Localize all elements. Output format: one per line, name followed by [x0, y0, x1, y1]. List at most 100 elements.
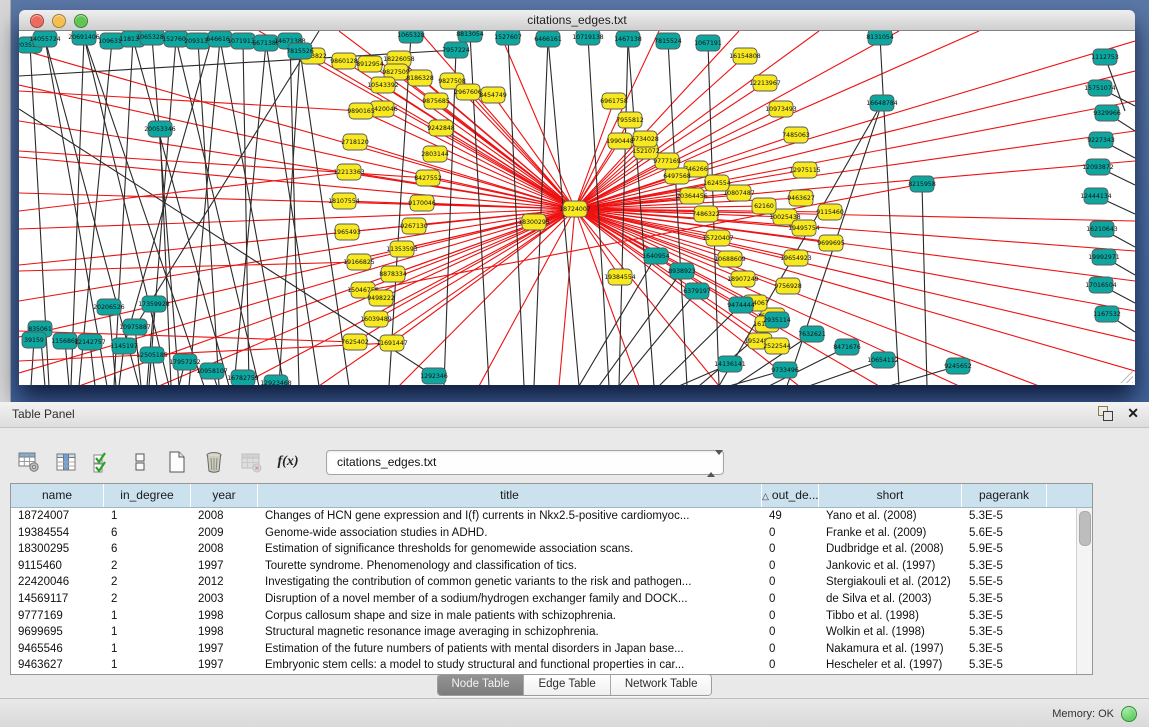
- table-cell[interactable]: Structural magnetic resonance image aver…: [258, 624, 762, 641]
- table-cell[interactable]: Tibbo et al. (1998): [819, 608, 962, 625]
- table-cell[interactable]: 0: [762, 641, 819, 658]
- table-cell[interactable]: Embryonic stem cells: a model to study s…: [258, 657, 762, 674]
- graph-node[interactable]: 16210643: [1086, 221, 1118, 237]
- table-cell[interactable]: Tourette syndrome. Phenomenology and cla…: [258, 558, 762, 575]
- graph-node[interactable]: 62160: [752, 198, 776, 214]
- graph-node[interactable]: 1067191: [694, 35, 722, 51]
- table-cell[interactable]: Corpus callosum shape and size in male p…: [258, 608, 762, 625]
- table-cell[interactable]: 9777169: [11, 608, 104, 625]
- table-cell[interactable]: 9463627: [11, 657, 104, 674]
- delete-table-button[interactable]: [238, 449, 264, 475]
- graph-node[interactable]: 14136141: [714, 356, 746, 372]
- graph-node[interactable]: 8427552: [414, 170, 442, 186]
- graph-node[interactable]: 8938923: [668, 263, 696, 279]
- table-cell[interactable]: Wolkin et al. (1998): [819, 624, 962, 641]
- graph-node[interactable]: 19166825: [343, 254, 375, 270]
- graph-node[interactable]: 19654923: [780, 250, 812, 266]
- graph-node[interactable]: 1624554: [703, 175, 731, 191]
- graph-node[interactable]: 8186328: [406, 70, 434, 86]
- table-cell[interactable]: 2: [104, 558, 191, 575]
- show-column-button[interactable]: [53, 449, 79, 475]
- graph-node[interactable]: 1527607: [494, 31, 522, 45]
- graph-node[interactable]: 15751074: [1084, 80, 1116, 96]
- graph-node[interactable]: 10719138: [572, 31, 604, 45]
- table-cell[interactable]: 5.9E-5: [962, 541, 1047, 558]
- table-cell[interactable]: Hescheler et al. (1997): [819, 657, 962, 674]
- table-cell[interactable]: Jankovic et al. (1997): [819, 558, 962, 575]
- graph-node[interactable]: 20691406: [68, 31, 100, 45]
- table-cell[interactable]: 19384554: [11, 525, 104, 542]
- graph-node[interactable]: 18300295: [518, 214, 550, 230]
- table-cell[interactable]: 0: [762, 525, 819, 542]
- table-cell[interactable]: Genome-wide association studies in ADHD.: [258, 525, 762, 542]
- graph-node[interactable]: 9227343: [1087, 132, 1115, 148]
- graph-node[interactable]: 9875685: [422, 93, 450, 109]
- select-columns-button[interactable]: [90, 449, 116, 475]
- table-cell[interactable]: 0: [762, 591, 819, 608]
- graph-node[interactable]: 9170046: [408, 195, 436, 211]
- table-cell[interactable]: 1: [104, 657, 191, 674]
- table-row[interactable]: 946362711997Embryonic stem cells: a mode…: [11, 657, 1092, 674]
- graph-node[interactable]: 1167532: [1093, 306, 1121, 322]
- table-cell[interactable]: 5.3E-5: [962, 608, 1047, 625]
- table-cell[interactable]: 49: [762, 508, 819, 525]
- table-cell[interactable]: 2008: [191, 541, 258, 558]
- graph-node[interactable]: 1292346: [420, 368, 448, 384]
- table-cell[interactable]: Franke et al. (2009): [819, 525, 962, 542]
- table-cell[interactable]: 2: [104, 591, 191, 608]
- table-selector-dropdown[interactable]: citations_edges.txt: [326, 450, 724, 475]
- table-cell[interactable]: 0: [762, 657, 819, 674]
- graph-node[interactable]: 8813054: [456, 31, 484, 42]
- table-cell[interactable]: 5.3E-5: [962, 508, 1047, 525]
- table-cell[interactable]: Changes of HCN gene expression and I(f) …: [258, 508, 762, 525]
- function-builder-button[interactable]: f(x): [275, 449, 301, 475]
- table-cell[interactable]: 2003: [191, 591, 258, 608]
- graph-node[interactable]: 12093872: [1082, 159, 1114, 175]
- table-cell[interactable]: 1998: [191, 624, 258, 641]
- table-cell[interactable]: 0: [762, 608, 819, 625]
- table-cell[interactable]: Estimation of significance thresholds fo…: [258, 541, 762, 558]
- table-cell[interactable]: 9465546: [11, 641, 104, 658]
- table-cell[interactable]: 2: [104, 574, 191, 591]
- graph-node[interactable]: 1112753: [1091, 49, 1119, 65]
- graph-node[interactable]: 12975115: [789, 162, 821, 178]
- table-cell[interactable]: Nakamura et al. (1997): [819, 641, 962, 658]
- graph-node[interactable]: 9699695: [817, 235, 845, 251]
- graph-node[interactable]: 19384554: [604, 269, 636, 285]
- graph-node[interactable]: 18107554: [328, 193, 360, 209]
- table-cell[interactable]: 5.3E-5: [962, 624, 1047, 641]
- table-cell[interactable]: 5.5E-5: [962, 574, 1047, 591]
- table-cell[interactable]: 1997: [191, 657, 258, 674]
- table-cell[interactable]: 0: [762, 541, 819, 558]
- graph-node[interactable]: 7486322: [692, 206, 720, 222]
- float-panel-icon[interactable]: [1098, 406, 1113, 421]
- graph-node[interactable]: 7632621: [798, 326, 826, 342]
- table-cell[interactable]: 1997: [191, 558, 258, 575]
- table-cell[interactable]: Disruption of a novel member of a sodium…: [258, 591, 762, 608]
- table-row[interactable]: 946554611997Estimation of the future num…: [11, 641, 1092, 658]
- table-cell[interactable]: Investigating the contribution of common…: [258, 574, 762, 591]
- graph-node[interactable]: 7955812: [616, 112, 644, 128]
- table-cell[interactable]: 18300295: [11, 541, 104, 558]
- graph-node[interactable]: 1467138: [614, 31, 642, 47]
- graph-node[interactable]: 2522544: [763, 338, 791, 354]
- graph-node[interactable]: 7815524: [654, 33, 682, 49]
- table-row[interactable]: 969969511998Structural magnetic resonanc…: [11, 624, 1092, 641]
- graph-node[interactable]: 9890165: [347, 103, 375, 119]
- graph-node[interactable]: 10958107: [196, 363, 228, 379]
- graph-node[interactable]: 2967606: [454, 84, 482, 100]
- table-row[interactable]: 911546021997Tourette syndrome. Phenomeno…: [11, 558, 1092, 575]
- graph-node[interactable]: 16782759: [227, 370, 259, 385]
- table-scrollbar[interactable]: [1076, 508, 1092, 674]
- table-cell[interactable]: 1: [104, 624, 191, 641]
- graph-node[interactable]: 10654112: [867, 352, 899, 368]
- graph-node[interactable]: 11691447: [376, 335, 408, 351]
- table-scrollbar-thumb[interactable]: [1079, 511, 1091, 546]
- graph-node[interactable]: 18907249: [727, 271, 759, 287]
- graph-node[interactable]: 9498222: [367, 290, 395, 306]
- graph-node[interactable]: 1065328: [397, 31, 425, 43]
- graph-node[interactable]: 10688609: [714, 251, 746, 267]
- table-cell[interactable]: Yano et al. (2008): [819, 508, 962, 525]
- graph-node[interactable]: 1640954: [642, 248, 670, 264]
- graph-node[interactable]: 18724007: [559, 201, 591, 217]
